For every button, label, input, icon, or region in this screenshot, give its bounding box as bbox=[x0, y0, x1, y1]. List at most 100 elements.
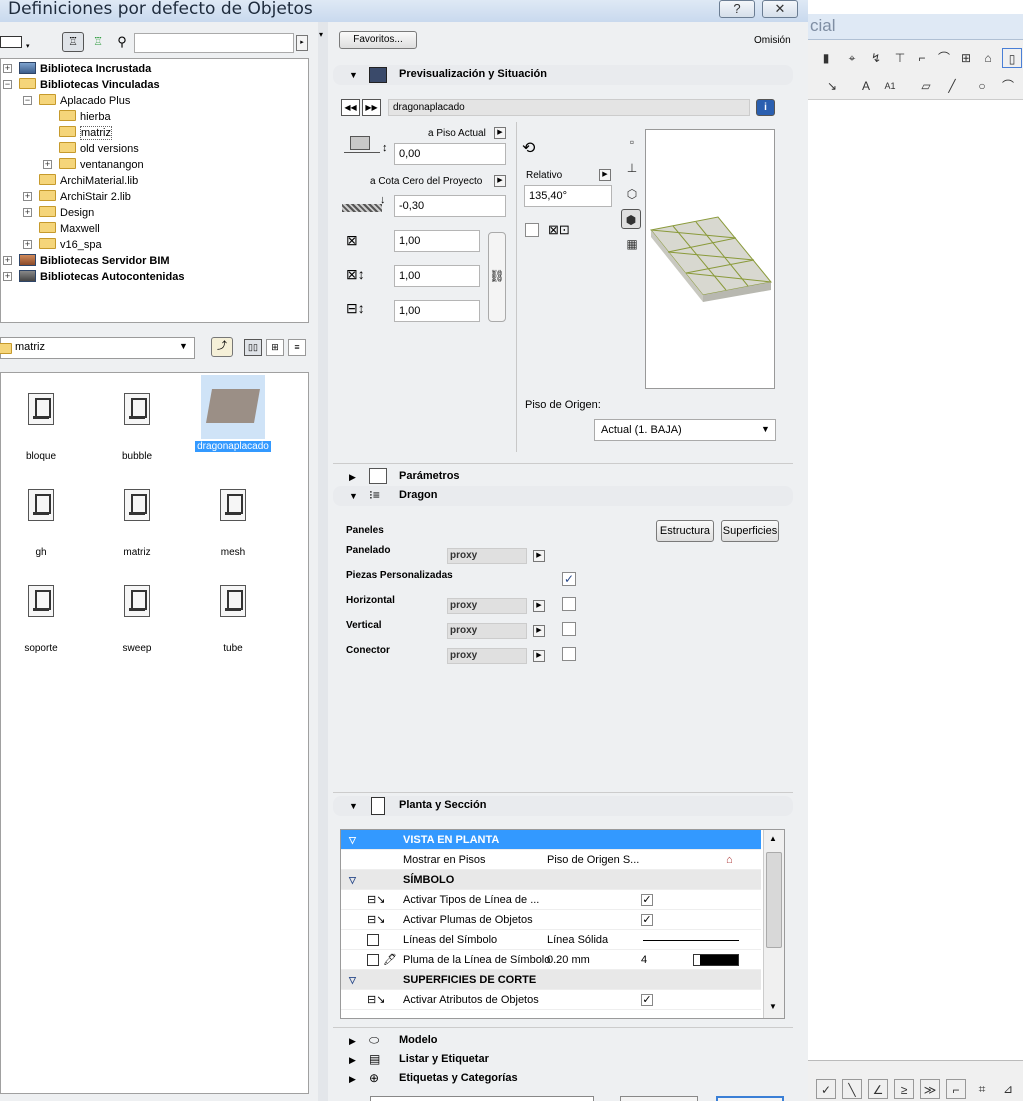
snap-icon[interactable]: ∠ bbox=[868, 1079, 888, 1099]
list-row[interactable]: Líneas del Símbolo Línea Sólida bbox=[341, 930, 761, 950]
grid-view-icon[interactable]: ⊞ bbox=[266, 339, 284, 356]
tool-icon[interactable]: ⌖ bbox=[842, 48, 862, 68]
preview-perspective-icon[interactable]: ▦ bbox=[622, 234, 642, 254]
search-icon[interactable]: ⚲ bbox=[112, 32, 132, 52]
preview-axon-icon[interactable]: ⬡ bbox=[622, 184, 642, 204]
fill-tool-icon[interactable]: ▱ bbox=[916, 76, 936, 96]
tool-icon[interactable]: ▮ bbox=[816, 48, 836, 68]
list-checkbox[interactable]: ✓ bbox=[641, 994, 653, 1006]
section-dragon-header[interactable]: ▼ ⁝≡ Dragon bbox=[333, 486, 793, 506]
vertical-arrow-icon[interactable]: ▶ bbox=[533, 625, 545, 637]
snap-icon[interactable]: ⌗ bbox=[972, 1079, 992, 1099]
planta-settings-list[interactable]: ▽ VISTA EN PLANTA Mostrar en Pisos Piso … bbox=[340, 829, 785, 1019]
project-zero-toggle-icon[interactable]: ▶ bbox=[494, 175, 506, 187]
object-grid[interactable]: bloque bubble dragonaplacado gh matriz m… bbox=[0, 372, 309, 1094]
superficies-button[interactable]: Superficies bbox=[721, 520, 779, 542]
object-item[interactable]: tube bbox=[193, 585, 273, 654]
list-row[interactable]: 🖊 Pluma de la Línea de Símbolo 0.20 mm 4 bbox=[341, 950, 761, 970]
close-button[interactable]: ✕ bbox=[762, 0, 798, 18]
cancel-button[interactable] bbox=[620, 1096, 698, 1101]
section-modelo-header[interactable]: ▶ ⬭ Modelo bbox=[333, 1031, 793, 1051]
snap-icon[interactable]: ≫ bbox=[920, 1079, 940, 1099]
tool-icon[interactable]: ⊞ bbox=[956, 48, 976, 68]
list-header-row[interactable]: ▽ SÍMBOLO bbox=[341, 870, 761, 890]
snap-icon[interactable]: ╲ bbox=[842, 1079, 862, 1099]
list-scrollbar[interactable]: ▲ ▼ bbox=[763, 830, 784, 1018]
list-checkbox[interactable]: ✓ bbox=[641, 894, 653, 906]
horizontal-arrow-icon[interactable]: ▶ bbox=[533, 600, 545, 612]
origin-floor-select[interactable]: Actual (1. BAJA) ▼ bbox=[594, 419, 776, 441]
object-item[interactable]: gh bbox=[1, 489, 81, 558]
horizontal-checkbox[interactable] bbox=[562, 597, 576, 611]
preview-2d-icon[interactable]: ▫ bbox=[622, 132, 642, 152]
previous-object-icon[interactable]: ◀◀ bbox=[341, 99, 360, 116]
tool-icon[interactable]: ▯ bbox=[1002, 48, 1022, 68]
next-object-icon[interactable]: ▶▶ bbox=[362, 99, 381, 116]
vertical-checkbox[interactable] bbox=[562, 622, 576, 636]
scrollbar-thumb[interactable] bbox=[766, 852, 782, 948]
section-planta-header[interactable]: ▼ Planta y Sección bbox=[333, 796, 793, 816]
circle-tool-icon[interactable]: ○ bbox=[972, 76, 992, 96]
large-icons-view-icon[interactable]: ▯▯ bbox=[244, 339, 262, 356]
snap-icon[interactable]: ≥ bbox=[894, 1079, 914, 1099]
library-tree[interactable]: + Biblioteca Incrustada − Bibliotecas Vinc… bbox=[0, 58, 309, 323]
scroll-down-icon[interactable]: ▼ bbox=[769, 1002, 777, 1011]
object-item[interactable]: mesh bbox=[193, 489, 273, 558]
tool-icon[interactable]: ⊤ bbox=[890, 48, 910, 68]
snap-icon[interactable]: ⌐ bbox=[946, 1079, 966, 1099]
angle-input[interactable]: 135,40° bbox=[524, 185, 612, 207]
help-button[interactable]: ? bbox=[719, 0, 755, 18]
list-checkbox[interactable]: ✓ bbox=[641, 914, 653, 926]
project-zero-input[interactable]: -0,30 bbox=[394, 195, 506, 217]
prev-next-buttons[interactable]: ◀◀ ▶▶ bbox=[341, 99, 381, 116]
folder-combo[interactable]: matriz ▼ bbox=[0, 337, 195, 359]
object-item[interactable]: soporte bbox=[1, 585, 81, 654]
list-row[interactable]: ⊟↘ Activar Atributos de Objetos ✓ bbox=[341, 990, 761, 1010]
object-item[interactable]: bubble bbox=[97, 393, 177, 462]
list-row[interactable]: ⊟↘ Activar Tipos de Línea de ... ✓ bbox=[341, 890, 761, 910]
section-preview-header[interactable]: ▼ Parámetros Previsualización y Situació… bbox=[333, 65, 793, 85]
pen-color-swatch[interactable] bbox=[693, 954, 739, 966]
snap-icon[interactable]: ⊿ bbox=[998, 1079, 1018, 1099]
object-item-selected[interactable]: dragonaplacado bbox=[193, 375, 273, 452]
width-input[interactable]: 1,00 bbox=[394, 230, 480, 252]
line-tool-icon[interactable]: ╱ bbox=[942, 76, 962, 96]
height-input[interactable]: 1,00 bbox=[394, 300, 480, 322]
floor-toggle-icon[interactable]: ▶ bbox=[494, 127, 506, 139]
chair-filter-icon[interactable]: ♖ bbox=[62, 32, 84, 52]
green-chair-icon[interactable]: ♖ bbox=[88, 32, 108, 52]
list-header-row[interactable]: ▽ VISTA EN PLANTA bbox=[341, 830, 761, 850]
mirror-checkbox[interactable] bbox=[525, 223, 539, 237]
tool-icon[interactable]: ⌐ bbox=[912, 48, 932, 68]
preview-elevation-icon[interactable]: ⊥ bbox=[622, 158, 642, 178]
depth-input[interactable]: 1,00 bbox=[394, 265, 480, 287]
pane-splitter[interactable]: ▾ bbox=[318, 22, 328, 1101]
text-tool-icon[interactable]: A bbox=[856, 76, 876, 96]
object-item[interactable]: sweep bbox=[97, 585, 177, 654]
arc-tool-icon[interactable]: ⌒ bbox=[998, 76, 1018, 96]
list-row[interactable]: ⊟↘ Activar Plumas de Objetos ✓ bbox=[341, 910, 761, 930]
section-listar-header[interactable]: ▶ ▤ Listar y Etiquetar bbox=[333, 1050, 793, 1070]
conector-arrow-icon[interactable]: ▶ bbox=[533, 650, 545, 662]
conector-checkbox[interactable] bbox=[562, 647, 576, 661]
label-tool-icon[interactable]: A1 bbox=[880, 76, 900, 96]
snap-icon[interactable]: ✓ bbox=[816, 1079, 836, 1099]
list-header-row[interactable]: ▽ SUPERFICIES DE CORTE bbox=[341, 970, 761, 990]
folder-up-icon[interactable]: ⤴ bbox=[211, 337, 233, 357]
section-etiquetas-header[interactable]: ▶ ⊕ Etiquetas y Categorías bbox=[333, 1069, 793, 1089]
list-row[interactable]: Mostrar en Pisos Piso de Origen S... ⌂ bbox=[341, 850, 761, 870]
floor-elevation-input[interactable]: 0,00 bbox=[394, 143, 506, 165]
piezas-checkbox[interactable]: ✓ bbox=[562, 572, 576, 586]
search-arrow-button[interactable]: ▸ bbox=[296, 35, 308, 51]
tool-icon[interactable]: ↘ bbox=[822, 76, 842, 96]
list-view-icon[interactable]: ≡ bbox=[288, 339, 306, 356]
tool-icon[interactable]: ⌂ bbox=[978, 48, 998, 68]
search-input[interactable] bbox=[134, 33, 294, 53]
ok-button[interactable] bbox=[716, 1096, 784, 1101]
bottom-field[interactable] bbox=[370, 1096, 594, 1101]
link-chain-icon[interactable]: ⛓ bbox=[488, 232, 506, 322]
estructura-button[interactable]: Estructura bbox=[656, 520, 714, 542]
object-item[interactable]: bloque bbox=[1, 393, 81, 462]
object-item[interactable]: matriz bbox=[97, 489, 177, 558]
info-icon[interactable]: i bbox=[756, 99, 775, 116]
